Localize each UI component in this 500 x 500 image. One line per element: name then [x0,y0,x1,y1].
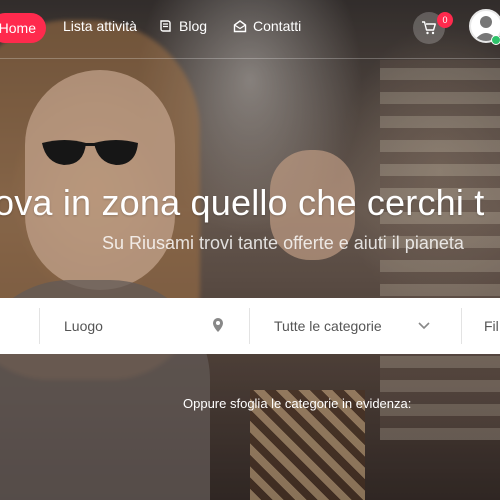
hero-headline: ova in zona quello che cerchi t [0,182,485,223]
nav-item-blog[interactable]: Blog [159,18,207,34]
category-select[interactable]: Tutte le categorie [250,298,460,354]
filter-button[interactable]: Fil [484,318,499,334]
online-status-dot [491,35,500,45]
browse-categories-text: Oppure sfoglia le categorie in evidenza: [183,396,412,411]
cart-icon [422,21,436,35]
nav-item-contatti[interactable]: Contatti [233,18,301,34]
location-input[interactable]: Luogo [64,318,103,334]
nav-item-label: Contatti [253,18,302,34]
location-pin-icon [213,318,223,332]
nav-item-label: Blog [179,18,208,34]
nav-item-lista-attivita[interactable]: Lista attività [63,18,137,34]
hero-subline: Su Riusami trovi tante offerte e aiuti i… [102,233,464,253]
envelope-open-icon [233,20,247,33]
location-field[interactable]: Luogo [40,298,248,354]
book-icon [160,20,171,32]
cart-count-badge: 0 [437,12,453,28]
search-bar: Luogo Tutte le categorie Fil [0,298,500,354]
chevron-down-icon [418,322,430,330]
top-nav: Home Lista attività Blog Contatti 0 [0,0,500,56]
search-divider [461,308,462,344]
nav-home-label: Home [0,20,36,36]
category-select-value: Tutte le categorie [274,318,382,334]
nav-home-button[interactable]: Home [0,13,46,43]
nav-divider [0,58,500,59]
nav-item-label: Lista attività [63,18,137,34]
